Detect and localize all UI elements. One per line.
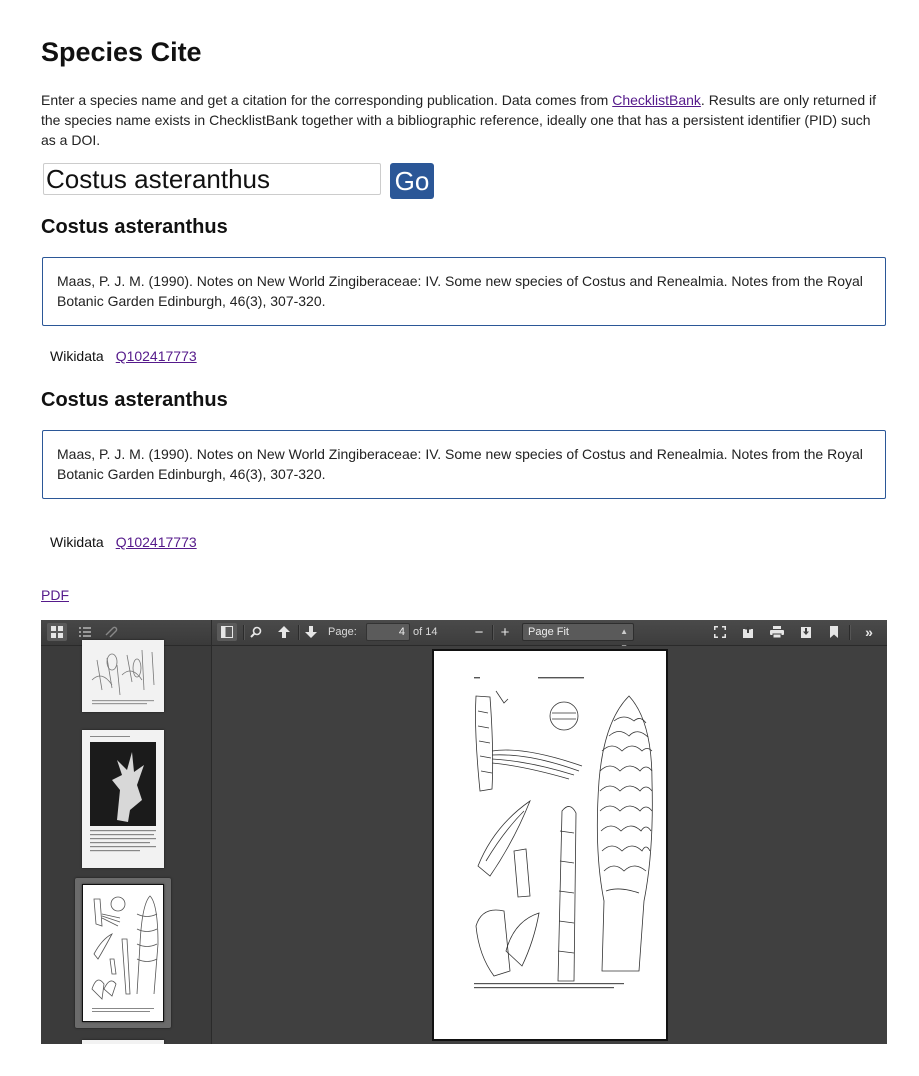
identifier-label: Wikidata: [50, 348, 104, 364]
presentation-mode-icon[interactable]: [710, 623, 730, 641]
tools-icon[interactable]: »: [859, 623, 879, 641]
pdf-viewer: Page: of 14 − + Page Fit ▲▼: [41, 620, 887, 1044]
bookmark-icon[interactable]: [824, 623, 844, 641]
intro-text-before: Enter a species name and get a citation …: [41, 92, 613, 108]
toolbar-separator: [492, 625, 493, 640]
page-thumbnail[interactable]: [82, 1040, 164, 1044]
pdf-canvas: [212, 646, 887, 1044]
page-title: Species Cite: [41, 37, 202, 67]
zoom-select[interactable]: Page Fit ▲▼: [522, 623, 634, 652]
wikidata-link[interactable]: Q102417773: [116, 348, 197, 364]
toolbar-separator: [849, 625, 850, 640]
thumbnails-icon[interactable]: [47, 623, 67, 641]
toolbar-separator: [243, 625, 244, 640]
outline-icon[interactable]: [75, 623, 95, 641]
previous-page-icon[interactable]: [274, 623, 294, 641]
page-thumbnail[interactable]: [82, 730, 164, 868]
go-button[interactable]: Go: [390, 163, 434, 199]
species-search-input[interactable]: [43, 163, 381, 195]
identifier-row: Wikidata Q102417773: [50, 348, 197, 364]
citation-box: Maas, P. J. M. (1990). Notes on New Worl…: [42, 430, 886, 499]
zoom-out-icon[interactable]: −: [469, 623, 489, 641]
download-icon[interactable]: [796, 623, 816, 641]
result-title: Costus asteranthus: [41, 216, 228, 238]
open-file-icon[interactable]: [738, 623, 758, 641]
page-thumbnail-current[interactable]: [82, 884, 164, 1022]
intro-text: Enter a species name and get a citation …: [41, 90, 887, 150]
pdf-toolbar: Page: of 14 − + Page Fit ▲▼: [41, 620, 887, 652]
zoom-select-value: Page Fit: [528, 626, 569, 638]
zoom-in-icon[interactable]: +: [495, 623, 515, 641]
page-number-input[interactable]: [366, 623, 410, 641]
find-icon[interactable]: [246, 623, 266, 641]
next-page-icon[interactable]: [301, 623, 321, 641]
page-thumbnail[interactable]: [82, 640, 164, 712]
page-label: Page:: [328, 626, 357, 638]
botanical-illustration: [474, 677, 653, 989]
toolbar-separator: [298, 625, 299, 640]
result-title: Costus asteranthus: [41, 389, 228, 411]
pdf-page: [432, 649, 668, 1041]
checklistbank-link[interactable]: ChecklistBank: [612, 92, 701, 108]
identifier-row: Wikidata Q102417773: [50, 534, 197, 550]
thumbnail-sidebar: [41, 640, 212, 1044]
print-icon[interactable]: [767, 623, 787, 641]
identifier-label: Wikidata: [50, 534, 104, 550]
wikidata-link[interactable]: Q102417773: [116, 534, 197, 550]
sidebar-toggle-icon[interactable]: [217, 623, 237, 641]
page-count: of 14: [413, 626, 438, 638]
citation-box: Maas, P. J. M. (1990). Notes on New Worl…: [42, 257, 886, 326]
attachments-icon[interactable]: [101, 623, 121, 641]
pdf-link[interactable]: PDF: [41, 587, 69, 603]
